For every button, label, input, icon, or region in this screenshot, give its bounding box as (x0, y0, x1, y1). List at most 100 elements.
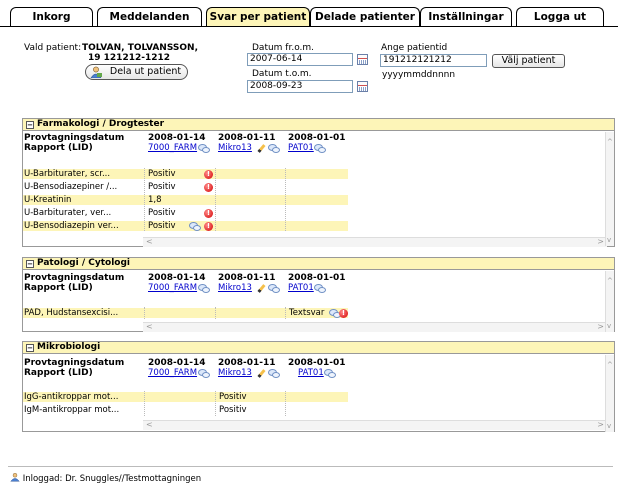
horizontal-scrollbar[interactable]: < > (143, 322, 607, 332)
tab-meddelanden[interactable]: Meddelanden (97, 7, 202, 26)
share-patient-button[interactable]: Dela ut patient (85, 64, 188, 80)
report-link[interactable]: 7000_FARM (148, 143, 197, 153)
scroll-down-icon[interactable]: v (607, 322, 611, 330)
report-link[interactable]: 7000_FARM (148, 283, 197, 293)
select-patient-button[interactable]: Välj patient (492, 54, 565, 68)
scroll-down-icon[interactable]: v (607, 236, 611, 244)
test-value: Positiv (219, 392, 247, 402)
scroll-up-icon[interactable]: ^ (607, 277, 613, 285)
comment-icon[interactable] (268, 369, 280, 378)
test-name: U-Kreatinin (24, 195, 72, 205)
column-date: 2008-01-11 (218, 358, 276, 368)
scroll-left-icon[interactable]: < (146, 322, 153, 331)
section-header[interactable]: − Mikrobiologi (23, 342, 614, 354)
date-from-calendar-icon[interactable] (357, 54, 368, 65)
section-title: Mikrobiologi (37, 342, 101, 352)
comment-icon[interactable] (268, 284, 280, 293)
tab-svar-per-patient[interactable]: Svar per patient (206, 7, 310, 26)
column-date: 2008-01-14 (148, 273, 206, 283)
edit-icon[interactable] (257, 284, 266, 293)
report-link[interactable]: PAT01 (288, 143, 314, 153)
report-link[interactable]: PAT01 (288, 283, 314, 293)
user-icon (10, 473, 20, 482)
tab-logga-ut[interactable]: Logga ut (516, 7, 604, 26)
report-link[interactable]: Mikro13 (218, 368, 252, 378)
collapse-icon[interactable]: − (26, 121, 34, 129)
section-title: Patologi / Cytologi (37, 258, 131, 268)
warning-icon[interactable]: ! (204, 183, 213, 192)
table-row[interactable]: U-Barbiturater, ver... Positiv ! (23, 208, 348, 218)
scroll-down-icon[interactable]: v (607, 422, 611, 430)
report-link[interactable]: Mikro13 (218, 283, 252, 293)
report-link[interactable]: Mikro13 (218, 143, 252, 153)
test-value: Positiv (219, 405, 247, 415)
horizontal-scrollbar[interactable]: < > (143, 237, 607, 247)
table-row[interactable]: U-Bensodiazepiner /... Positiv ! (23, 182, 348, 192)
scroll-up-icon[interactable]: ^ (607, 138, 613, 146)
table-row[interactable]: IgM-antikroppar mot... Positiv (23, 405, 348, 415)
tab-inkorg[interactable]: Inkorg (10, 7, 93, 26)
section-header[interactable]: − Patologi / Cytologi (23, 258, 614, 270)
table-row[interactable]: U-Barbiturater, scr... Positiv ! (23, 169, 348, 179)
collapse-icon[interactable]: − (26, 344, 34, 352)
comment-icon[interactable] (198, 144, 210, 153)
vertical-scrollbar[interactable]: ^ v (605, 132, 614, 246)
section-mikrobiologi: − Mikrobiologi Provtagningsdatum Rapport … (22, 341, 615, 432)
date-from-input[interactable]: 2007-06-14 (247, 53, 353, 66)
column-date: 2008-01-01 (288, 133, 346, 143)
selected-patient-label: Vald patient: (24, 43, 82, 53)
patient-id-label: Ange patientid (381, 43, 448, 53)
scroll-right-icon[interactable]: > (597, 420, 604, 429)
comment-icon[interactable] (198, 369, 210, 378)
tab-bar: Inkorg Meddelanden Svar per patient Dela… (10, 7, 610, 26)
vertical-scrollbar[interactable]: ^ v (605, 355, 614, 432)
scroll-left-icon[interactable]: < (146, 420, 153, 429)
patient-id-input[interactable]: 191212121212 (380, 54, 487, 67)
horizontal-scrollbar[interactable]: < > (143, 420, 607, 430)
comment-icon[interactable] (314, 144, 326, 153)
date-to-input[interactable]: 2008-09-23 (247, 80, 353, 93)
date-to-calendar-icon[interactable] (357, 81, 368, 92)
report-link[interactable]: 7000_FARM (148, 368, 197, 378)
section-header[interactable]: − Farmakologi / Drogtester (23, 119, 614, 131)
scroll-left-icon[interactable]: < (146, 237, 153, 246)
scroll-right-icon[interactable]: > (597, 237, 604, 246)
vertical-scrollbar[interactable]: ^ v (605, 271, 614, 332)
sampling-date-header: Provtagningsdatum (24, 273, 125, 283)
table-row[interactable]: U-Bensodiazepin ver... Positiv ! (23, 221, 348, 231)
scroll-up-icon[interactable]: ^ (607, 361, 613, 369)
section-farmakologi: − Farmakologi / Drogtester Provtagningsda… (22, 118, 615, 247)
tab-underline (0, 26, 618, 27)
comment-icon[interactable] (268, 144, 280, 153)
test-value: Positiv (148, 169, 176, 179)
date-to-label: Datum t.o.m. (252, 69, 312, 79)
scroll-right-icon[interactable]: > (597, 322, 604, 331)
report-link[interactable]: PAT01 (298, 368, 324, 378)
edit-icon[interactable] (257, 144, 266, 153)
comment-icon[interactable] (314, 284, 326, 293)
section-title: Farmakologi / Drogtester (37, 119, 165, 129)
table-row[interactable]: PAD, Hudstansexcisi... Textsvar ! (23, 308, 348, 318)
test-value: Textsvar (289, 308, 325, 318)
test-value: 1,8 (148, 195, 162, 205)
tab-installningar[interactable]: Inställningar (420, 7, 512, 26)
tab-delade-patienter[interactable]: Delade patienter (310, 7, 420, 26)
column-date: 2008-01-14 (148, 133, 206, 143)
comment-icon[interactable] (198, 284, 210, 293)
table-row[interactable]: IgG-antikroppar mot... Positiv (23, 392, 348, 402)
comment-icon[interactable] (324, 369, 336, 378)
report-lid-header: Rapport (LID) (24, 283, 93, 293)
warning-icon[interactable]: ! (204, 170, 213, 179)
logged-in-text: Inloggad: Dr. Snuggles//Testmottagningen (22, 474, 202, 484)
comment-icon[interactable] (189, 222, 201, 231)
edit-icon[interactable] (257, 369, 266, 378)
warning-icon[interactable]: ! (204, 222, 213, 231)
warning-icon[interactable]: ! (204, 209, 213, 218)
footer-divider (8, 466, 613, 467)
collapse-icon[interactable]: − (26, 260, 34, 268)
results-grid: Provtagningsdatum Rapport (LID) 2008-01-… (23, 271, 608, 321)
table-row[interactable]: U-Kreatinin 1,8 (23, 195, 348, 205)
warning-icon[interactable]: ! (339, 309, 348, 318)
test-value: Positiv (148, 182, 176, 192)
section-patologi: − Patologi / Cytologi Provtagningsdatum R… (22, 257, 615, 332)
